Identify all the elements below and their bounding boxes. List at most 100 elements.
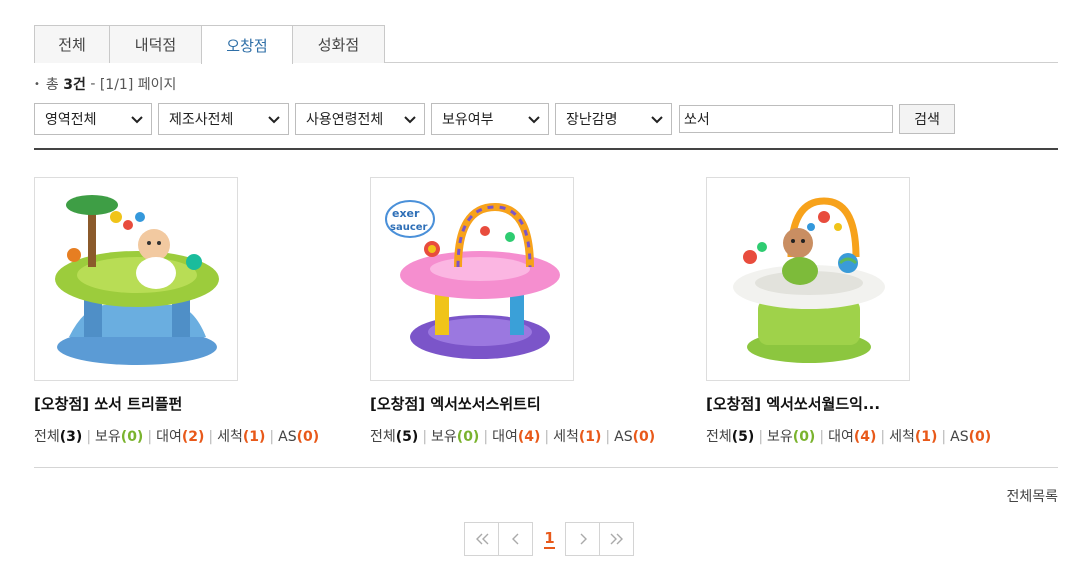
stat-count-wash: (1) bbox=[578, 429, 602, 445]
product-stats: 전체(3) | 보유(0) | 대여(2) | 세척(1) | AS(0) bbox=[34, 426, 354, 446]
tab-ochang[interactable]: 오창점 bbox=[201, 25, 293, 64]
stat-count-owned: (0) bbox=[456, 429, 480, 445]
prev-page-button[interactable] bbox=[498, 522, 533, 556]
stat-label-wash: 세척 bbox=[553, 429, 579, 445]
product-title[interactable]: [오창점] 엑서쏘서월드익... bbox=[706, 393, 1026, 414]
pagination: 1 bbox=[464, 522, 634, 556]
separator: | bbox=[880, 429, 886, 445]
stat-count-wash: (1) bbox=[242, 429, 266, 445]
first-page-button[interactable] bbox=[464, 522, 499, 556]
stat-label-rent: 대여 bbox=[828, 429, 854, 445]
stat-count-owned: (0) bbox=[792, 429, 816, 445]
stat-count-as: (0) bbox=[632, 429, 656, 445]
svg-text:saucer: saucer bbox=[390, 222, 428, 233]
stat-count-all: (5) bbox=[731, 429, 755, 445]
result-summary: • 총 3건 - [1/1] 페이지 bbox=[34, 74, 176, 94]
stat-label-as: AS bbox=[614, 429, 633, 445]
stat-label-rent: 대여 bbox=[156, 429, 182, 445]
chevron-down-icon bbox=[131, 116, 143, 124]
product-stats: 전체(5) | 보유(0) | 대여(4) | 세척(1) | AS(0) bbox=[370, 426, 690, 446]
age-select[interactable]: 사용연령전체 bbox=[295, 103, 425, 135]
separator: | bbox=[544, 429, 550, 445]
list-bottom-divider bbox=[34, 467, 1058, 468]
separator: | bbox=[605, 429, 611, 445]
branch-tabs: 전체 내덕점 오창점 성화점 bbox=[34, 25, 1058, 64]
chevron-down-icon bbox=[404, 116, 416, 124]
separator: | bbox=[147, 429, 153, 445]
toy-name-select-value: 장난감명 bbox=[566, 112, 618, 128]
stat-count-as: (0) bbox=[968, 429, 992, 445]
current-page-number: 1 bbox=[544, 529, 555, 549]
owned-select-value: 보유여부 bbox=[442, 112, 494, 128]
area-select[interactable]: 영역전체 bbox=[34, 103, 152, 135]
product-thumbnail[interactable] bbox=[706, 177, 910, 381]
separator: | bbox=[208, 429, 214, 445]
product-thumbnail[interactable] bbox=[34, 177, 238, 381]
stat-count-rent: (4) bbox=[517, 429, 541, 445]
maker-select[interactable]: 제조사전체 bbox=[158, 103, 289, 135]
bullet-icon: • bbox=[34, 78, 40, 90]
summary-page-info: [1/1] 페이지 bbox=[99, 77, 177, 93]
stat-count-rent: (2) bbox=[181, 429, 205, 445]
double-chevron-left-icon bbox=[475, 533, 488, 545]
area-select-value: 영역전체 bbox=[45, 112, 97, 128]
stat-label-wash: 세척 bbox=[217, 429, 243, 445]
tab-naedeok[interactable]: 내덕점 bbox=[109, 25, 202, 63]
summary-prefix: 총 bbox=[45, 77, 59, 93]
double-chevron-right-icon bbox=[610, 533, 623, 545]
stat-label-owned: 보유 bbox=[767, 429, 793, 445]
product-thumbnail[interactable]: exer saucer bbox=[370, 177, 574, 381]
stat-label-as: AS bbox=[278, 429, 297, 445]
chevron-right-icon bbox=[580, 533, 587, 545]
product-title[interactable]: [오창점] 쏘서 트리플펀 bbox=[34, 393, 354, 414]
separator: | bbox=[758, 429, 764, 445]
product-card: [오창점] 쏘서 트리플펀 전체(3) | 보유(0) | 대여(2) | 세척(1) | AS… bbox=[34, 177, 354, 446]
baby-exersaucer-world-image bbox=[716, 187, 902, 373]
product-card: exer saucer [오창점] 엑서쏘서스위트티 전체(5) | 보유(0) | 대… bbox=[370, 177, 690, 446]
separator: | bbox=[483, 429, 489, 445]
separator: | bbox=[819, 429, 825, 445]
search-input[interactable] bbox=[679, 105, 893, 133]
stat-count-owned: (0) bbox=[120, 429, 144, 445]
next-page-button[interactable] bbox=[565, 522, 600, 556]
separator: | bbox=[86, 429, 92, 445]
tab-all[interactable]: 전체 bbox=[34, 25, 110, 63]
stat-label-all: 전체 bbox=[34, 429, 60, 445]
product-stats: 전체(5) | 보유(0) | 대여(4) | 세척(1) | AS(0) bbox=[706, 426, 1026, 446]
product-title[interactable]: [오창점] 엑서쏘서스위트티 bbox=[370, 393, 690, 414]
stat-count-as: (0) bbox=[296, 429, 320, 445]
baby-exersaucer-triple-fun-image bbox=[44, 187, 230, 373]
toy-name-select[interactable]: 장난감명 bbox=[555, 103, 672, 135]
full-list-link[interactable]: 전체목록 bbox=[1006, 486, 1058, 506]
stat-label-owned: 보유 bbox=[95, 429, 121, 445]
svg-text:exer: exer bbox=[392, 207, 420, 220]
list-top-divider bbox=[34, 148, 1058, 150]
separator: | bbox=[941, 429, 947, 445]
stat-label-rent: 대여 bbox=[492, 429, 518, 445]
age-select-value: 사용연령전체 bbox=[306, 112, 384, 128]
tab-seonghwa[interactable]: 성화점 bbox=[292, 25, 385, 63]
search-button[interactable]: 검색 bbox=[899, 104, 955, 134]
chevron-left-icon bbox=[511, 533, 518, 545]
summary-count: 3건 bbox=[63, 77, 86, 93]
product-card: [오창점] 엑서쏘서월드익... 전체(5) | 보유(0) | 대여(4) | 세척(1)… bbox=[706, 177, 1026, 446]
last-page-button[interactable] bbox=[599, 522, 634, 556]
owned-select[interactable]: 보유여부 bbox=[431, 103, 549, 135]
summary-dash: - bbox=[90, 76, 96, 92]
stat-count-wash: (1) bbox=[914, 429, 938, 445]
stat-count-all: (3) bbox=[59, 429, 83, 445]
stat-count-rent: (4) bbox=[853, 429, 877, 445]
maker-select-value: 제조사전체 bbox=[169, 112, 234, 128]
stat-label-owned: 보유 bbox=[431, 429, 457, 445]
stat-label-wash: 세척 bbox=[889, 429, 915, 445]
separator: | bbox=[269, 429, 275, 445]
current-page[interactable]: 1 bbox=[533, 522, 566, 556]
chevron-down-icon bbox=[528, 116, 540, 124]
chevron-down-icon bbox=[268, 116, 280, 124]
separator: | bbox=[422, 429, 428, 445]
stat-label-as: AS bbox=[950, 429, 969, 445]
stat-count-all: (5) bbox=[395, 429, 419, 445]
stat-label-all: 전체 bbox=[706, 429, 732, 445]
chevron-down-icon bbox=[651, 116, 663, 124]
exersaucer-sweet-tea-image: exer saucer bbox=[380, 187, 566, 373]
